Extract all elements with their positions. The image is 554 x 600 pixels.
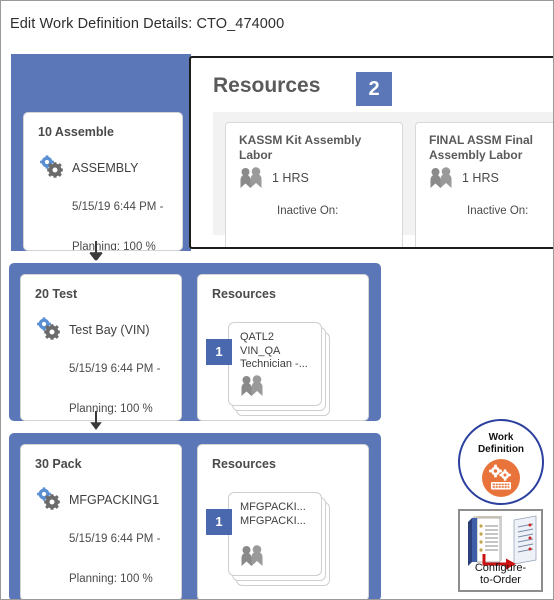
resource-stack[interactable]: MFGPACKI... MFGPACKI... 1 [206,488,346,592]
page-title: Edit Work Definition Details: CTO_474000 [10,16,285,32]
operation-date: 5/15/19 6:44 PM - [69,363,161,375]
resource-card[interactable]: FINAL ASSM Final Assembly Labor 1 HRS In… [415,122,553,247]
operation-date: 5/15/19 6:44 PM - [72,201,164,213]
configure-to-order-icon-tile[interactable]: Configure- to-Order [458,509,543,592]
resource-stack-text: QATL2 VIN_QA Technician -... [240,331,308,370]
people-icon [240,375,266,402]
resource-stack[interactable]: QATL2 VIN_QA Technician -... 1 [206,318,346,416]
resources-card-30[interactable]: Resources MFGPACKI... MFGPACKI... 1 [197,444,369,599]
operation-date: 5/15/19 6:44 PM - [69,533,161,545]
operation-name: 30 Pack [35,457,82,471]
resources-title: Resources [212,287,276,301]
operation-work-center: MFGPACKING1 [69,493,160,507]
resources-title: Resources [212,457,276,471]
operation-name: 20 Test [35,287,78,301]
people-icon [240,545,266,572]
configure-to-order-label: Configure- to-Order [460,562,541,586]
flow-arrow-down-icon [87,241,105,261]
resources-count-badge: 2 [356,72,392,106]
gears-icon [35,317,63,341]
operation-planning: Planning: 100 % [69,403,153,415]
work-definition-badge-label: Work Definition [460,432,542,456]
operation-card-10[interactable]: 10 Assemble ASSEMBLY 5/15/19 6:44 PM - P… [23,112,183,251]
work-definition-gear-icon [482,459,520,497]
gears-icon [38,155,66,179]
resources-panel-10[interactable]: Resources 2 KASSM Kit Assembly Labor 1 H… [189,56,553,249]
resource-hours: 1 HRS [272,171,309,185]
resources-card-20[interactable]: Resources QATL2 VIN_QA Technician -... 1 [197,274,369,421]
operation-planning: Planning: 100 % [69,573,153,585]
work-definition-screen: Edit Work Definition Details: CTO_474000… [0,0,554,600]
resource-stack-count-badge: 1 [206,339,232,365]
stack-sheet-front: MFGPACKI... MFGPACKI... [228,492,322,576]
resource-inactive-on: Inactive On: [467,205,529,217]
people-icon [239,167,265,189]
configure-to-order-line2: to-Order [480,574,521,586]
operation-planning: Planning: 100 % [72,241,156,251]
gears-icon [35,487,63,511]
resource-inactive-on: Inactive On: [277,205,339,217]
resource-stack-count-badge: 1 [206,509,232,535]
operation-name: 10 Assemble [38,125,114,139]
resources-title: Resources [213,74,321,97]
operation-card-20[interactable]: 20 Test Test Bay (VIN) 5/15/19 6:44 PM -… [20,274,182,421]
work-definition-badge-line1: Work [488,432,514,443]
resource-hours: 1 HRS [462,171,499,185]
configure-to-order-line1: Configure- [474,562,527,574]
operation-card-30[interactable]: 30 Pack MFGPACKING1 5/15/19 6:44 PM - Pl… [20,444,182,599]
flow-arrow-down-icon [87,411,105,431]
resource-name: FINAL ASSM Final Assembly Labor [429,133,534,162]
work-definition-badge-line2: Definition [477,444,525,455]
people-icon [429,167,455,189]
work-definition-badge[interactable]: Work Definition [458,419,544,505]
operation-work-center: ASSEMBLY [72,161,139,175]
resource-card[interactable]: KASSM Kit Assembly Labor 1 HRS Inactive … [225,122,403,247]
resource-stack-text: MFGPACKI... MFGPACKI... [240,501,306,527]
operation-work-center: Test Bay (VIN) [69,323,150,337]
stack-sheet-front: QATL2 VIN_QA Technician -... [228,322,322,406]
resource-name: KASSM Kit Assembly Labor [239,133,362,162]
resource-cards-strip: KASSM Kit Assembly Labor 1 HRS Inactive … [213,112,553,247]
